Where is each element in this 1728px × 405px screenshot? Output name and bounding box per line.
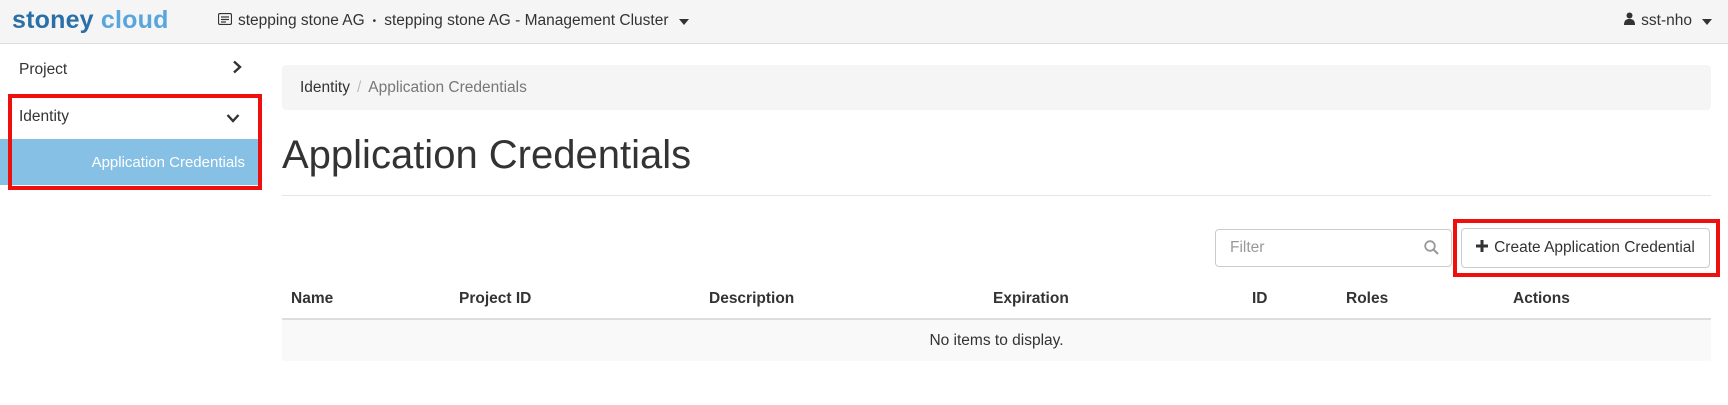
breadcrumb: Identity / Application Credentials [282, 65, 1711, 110]
chevron-down-icon [1702, 19, 1712, 25]
column-header-actions: Actions [1513, 290, 1570, 307]
title-divider [282, 195, 1711, 196]
sidebar-item-application-credentials[interactable]: Application Credentials [0, 139, 258, 185]
create-application-credential-button[interactable]: Create Application Credential [1461, 228, 1710, 268]
breadcrumb-current: Application Credentials [368, 78, 527, 96]
sidebar-item-label: Project [19, 60, 68, 78]
brand-name-part1: stoney [12, 6, 94, 34]
search-icon[interactable] [1424, 240, 1439, 259]
filter-input[interactable] [1230, 231, 1430, 265]
context-separator: • [372, 15, 377, 27]
project-context-dropdown[interactable]: stepping stone AG • stepping stone AG - … [217, 12, 689, 30]
create-button-label: Create Application Credential [1494, 239, 1695, 256]
column-header-project-id[interactable]: Project ID [459, 290, 531, 308]
chevron-right-icon [232, 60, 242, 79]
sidebar-item-project[interactable]: Project [0, 46, 258, 93]
column-header-name[interactable]: Name [291, 290, 333, 308]
column-header-expiration[interactable]: Expiration [993, 290, 1069, 308]
sidebar-item-identity[interactable]: Identity [0, 93, 258, 140]
user-name: sst-nho [1641, 12, 1692, 29]
table-header: Name Project ID Description Expiration I… [282, 286, 1711, 320]
page-title: Application Credentials [282, 133, 692, 177]
column-header-roles[interactable]: Roles [1346, 290, 1388, 308]
column-header-id[interactable]: ID [1252, 290, 1268, 308]
sidebar-subitem-label: Application Credentials [91, 153, 245, 171]
chevron-down-icon [226, 110, 240, 128]
brand-name-part2: cloud [93, 6, 169, 34]
top-navbar: stoney cloud stepping stone AG • steppin… [0, 0, 1728, 44]
plus-icon [1476, 239, 1489, 257]
empty-message: No items to display. [929, 331, 1064, 349]
table-empty-row: No items to display. [282, 320, 1711, 361]
sidebar: Project Identity Application Credentials [0, 44, 262, 405]
context-domain: stepping stone AG [238, 12, 365, 29]
chevron-down-icon [678, 19, 689, 25]
context-icon [217, 12, 233, 30]
user-icon [1624, 12, 1636, 30]
breadcrumb-identity[interactable]: Identity [300, 79, 350, 97]
brand-logo[interactable]: stoney cloud [12, 4, 169, 36]
breadcrumb-separator: / [356, 78, 362, 96]
user-menu[interactable]: sst-nho [1624, 12, 1712, 30]
filter-field [1215, 229, 1452, 267]
context-project: stepping stone AG - Management Cluster [384, 12, 669, 29]
column-header-description[interactable]: Description [709, 290, 794, 308]
sidebar-item-label: Identity [19, 107, 69, 125]
